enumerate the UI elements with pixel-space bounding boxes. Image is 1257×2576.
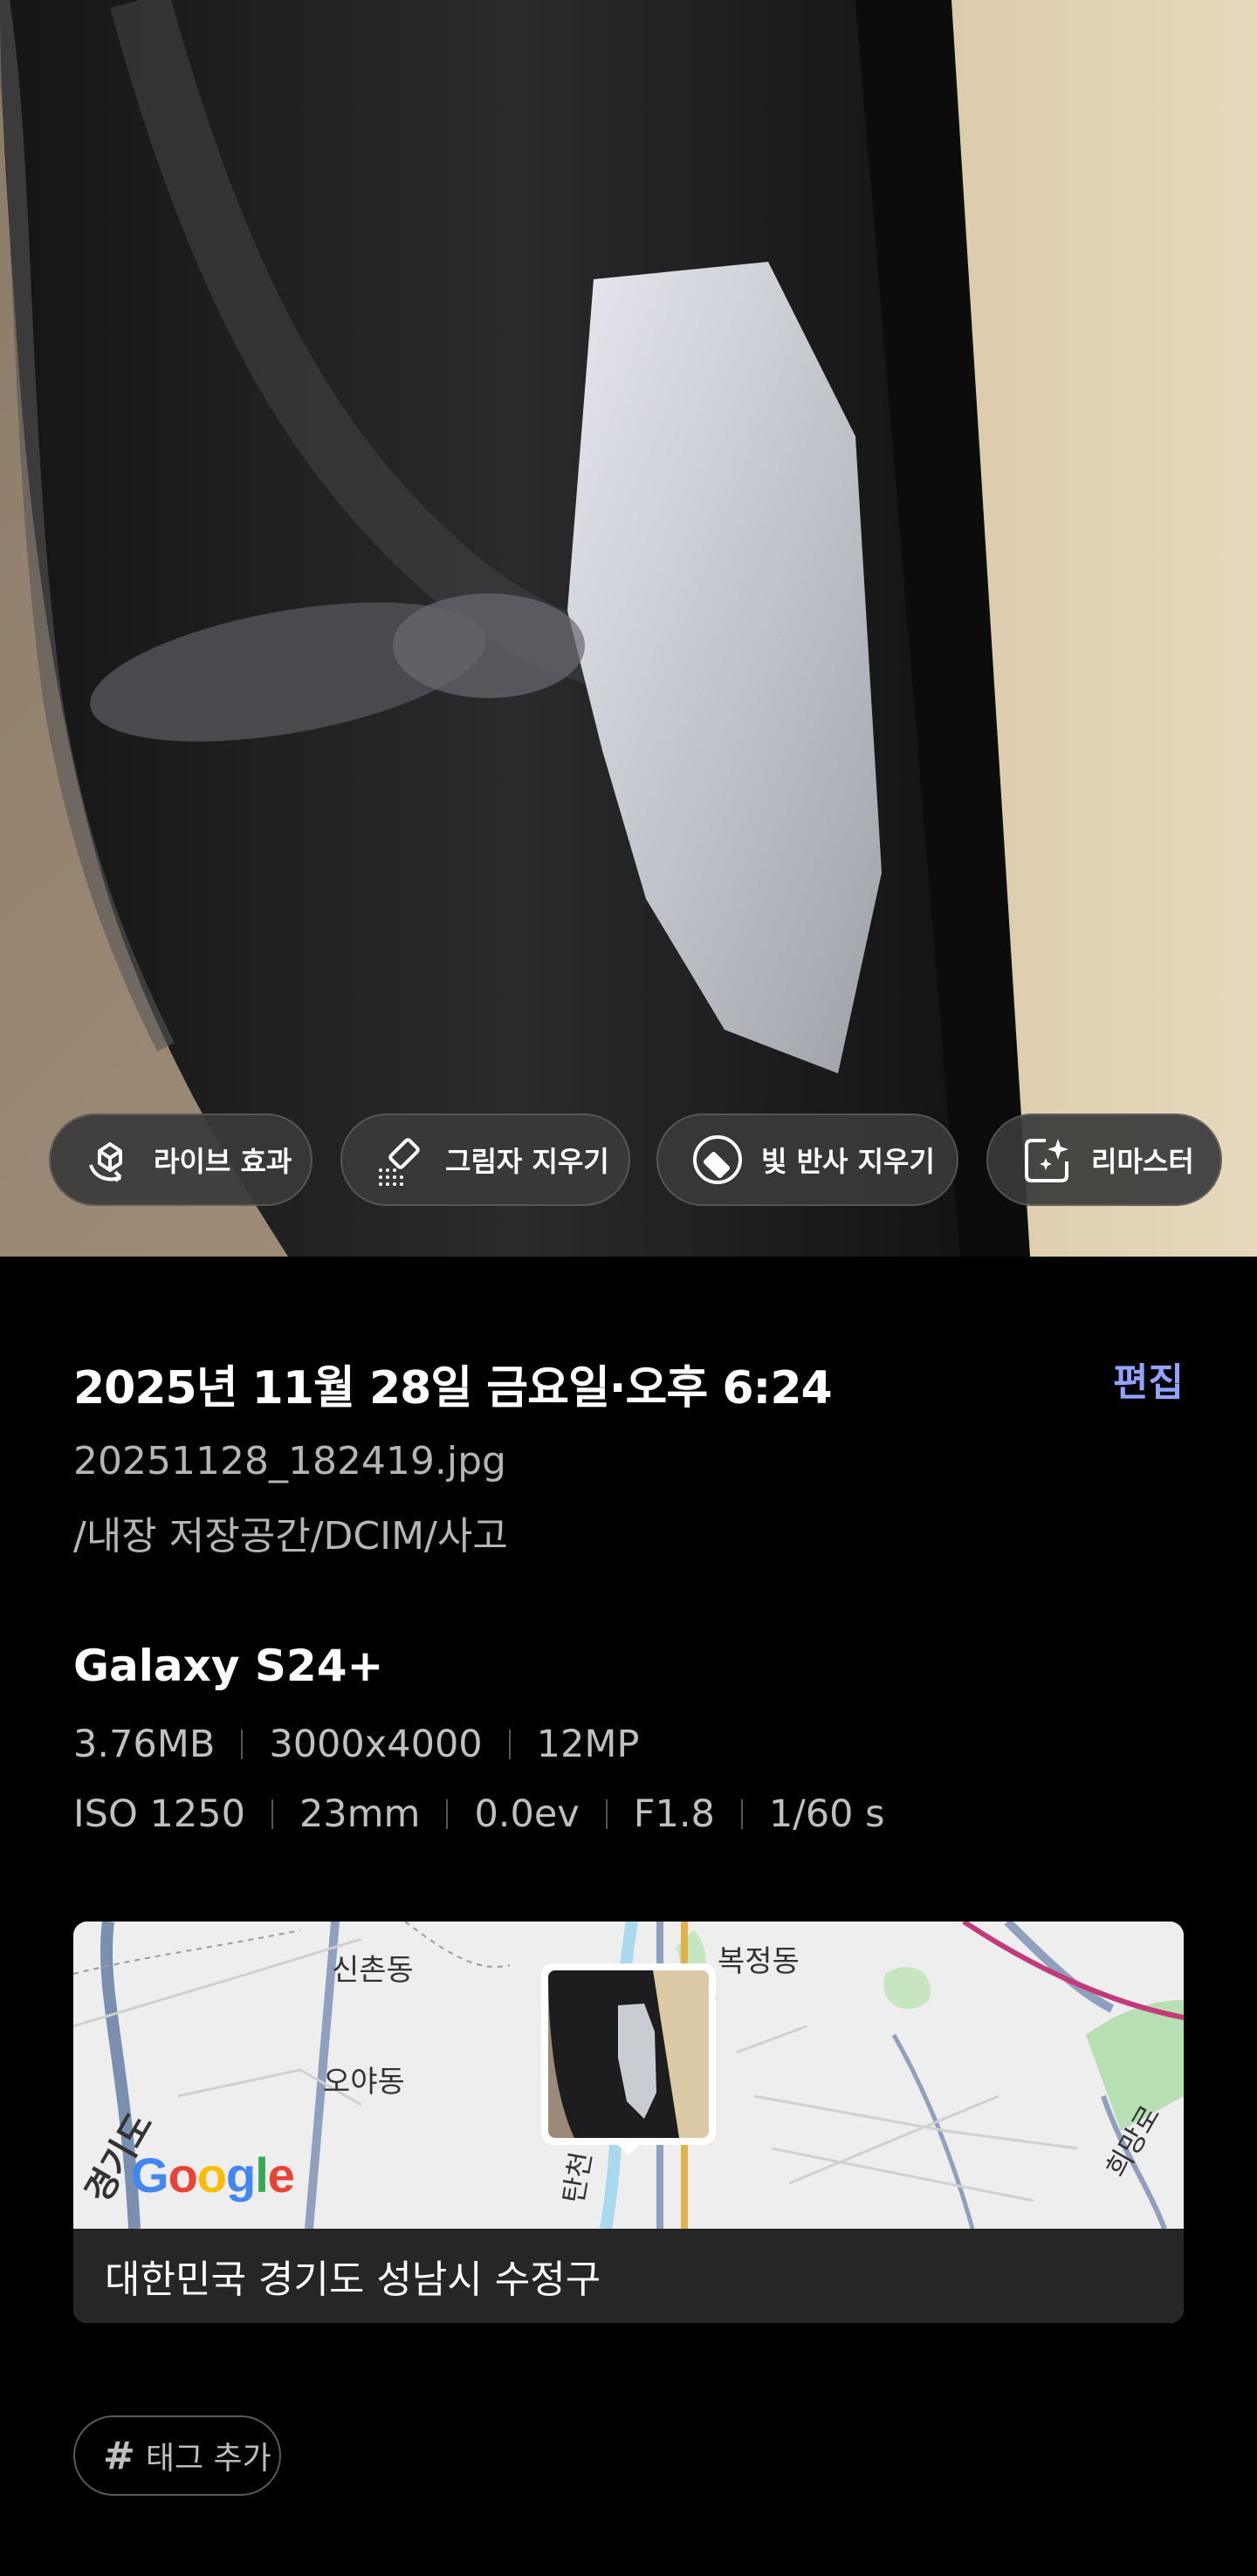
divider xyxy=(508,1730,511,1759)
photo-location-pin[interactable] xyxy=(541,1963,716,2145)
live-effect-label: 라이브 효과 xyxy=(154,1145,292,1178)
map-label-bokjeong: 복정동 xyxy=(718,1944,800,1979)
camera-specs: ISO 1250 23mm 0.0ev F1.8 1/60 s xyxy=(73,1792,885,1836)
file-size: 3.76MB xyxy=(73,1723,216,1766)
photo-image xyxy=(0,0,1257,1257)
add-tag-button[interactable]: # 태그 추가 xyxy=(73,2415,281,2496)
reflection-eraser-button[interactable]: 빛 반사 지우기 xyxy=(656,1113,958,1206)
divider xyxy=(446,1799,449,1829)
divider xyxy=(241,1730,244,1759)
divider xyxy=(740,1799,743,1829)
add-tag-label: 태그 추가 xyxy=(145,2441,271,2477)
divider xyxy=(605,1799,608,1829)
file-path: /내장 저장공간/DCIM/사고 xyxy=(73,1514,508,1559)
aperture: F1.8 xyxy=(633,1792,715,1836)
photo-thumbnail xyxy=(548,1970,709,2138)
remaster-label: 리마스터 xyxy=(1091,1145,1194,1178)
remaster-icon xyxy=(1020,1132,1075,1188)
hashtag-icon: # xyxy=(103,2433,135,2478)
photo-details: 2025년 11월 28일 금요일·오후 6:24 편집 20251128_18… xyxy=(73,1351,1184,1560)
device-name: Galaxy S24+ xyxy=(73,1641,384,1691)
map-label-sinchon: 신촌동 xyxy=(332,1953,414,1988)
shadow-eraser-icon xyxy=(374,1132,429,1188)
map-address: 대한민국 경기도 성남시 수정구 xyxy=(73,2229,1184,2323)
remaster-button[interactable]: 리마스터 xyxy=(986,1113,1222,1206)
reflection-eraser-label: 빛 반사 지우기 xyxy=(761,1145,935,1178)
file-name: 20251128_182419.jpg xyxy=(73,1439,506,1483)
location-map[interactable]: 신촌동 복정동 오야동 경기도 탄천 희망로 Google 대한민국 경기도 성… xyxy=(73,1922,1184,2323)
file-specs: 3.76MB 3000x4000 12MP xyxy=(73,1723,639,1766)
live-effect-icon xyxy=(82,1132,138,1188)
shadow-eraser-button[interactable]: 그림자 지우기 xyxy=(340,1113,630,1206)
photo-viewer[interactable]: 라이브 효과 그림자 지우기 빛 반사 지우기 리마스터 xyxy=(0,0,1257,1257)
google-logo: Google xyxy=(131,2148,295,2203)
photo-datetime: 2025년 11월 28일 금요일·오후 6:24 xyxy=(73,1362,833,1415)
pin-pointer xyxy=(615,2141,642,2155)
resolution: 3000x4000 xyxy=(269,1723,483,1766)
divider xyxy=(271,1799,273,1829)
edit-button[interactable]: 편집 xyxy=(1113,1351,1184,1407)
exposure-value: 0.0ev xyxy=(474,1792,580,1836)
map-label-oya: 오야동 xyxy=(323,2065,405,2100)
reflection-eraser-icon xyxy=(690,1132,745,1188)
shadow-eraser-label: 그림자 지우기 xyxy=(445,1145,609,1178)
live-effect-button[interactable]: 라이브 효과 xyxy=(49,1113,313,1206)
focal-length: 23mm xyxy=(299,1792,421,1836)
iso: ISO 1250 xyxy=(73,1792,245,1836)
megapixels: 12MP xyxy=(536,1723,640,1766)
shutter-speed: 1/60 s xyxy=(768,1792,885,1836)
